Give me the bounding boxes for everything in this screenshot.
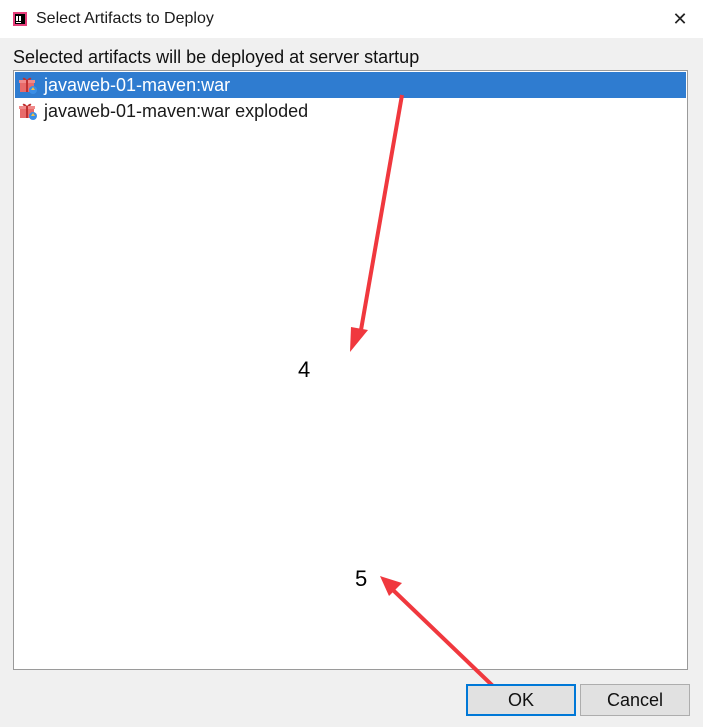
annotation-arrows xyxy=(350,94,497,690)
ok-button[interactable]: OK xyxy=(466,684,576,716)
annotation-step-4: 4 xyxy=(298,357,311,382)
cancel-button[interactable]: Cancel xyxy=(580,684,690,716)
arrow-to-step-4 xyxy=(350,94,404,352)
annotation-step-5: 5 xyxy=(355,566,368,591)
select-artifacts-dialog: Select Artifacts to Deploy ✕ Selected ar… xyxy=(0,0,703,727)
arrow-to-step-5 xyxy=(380,576,497,690)
